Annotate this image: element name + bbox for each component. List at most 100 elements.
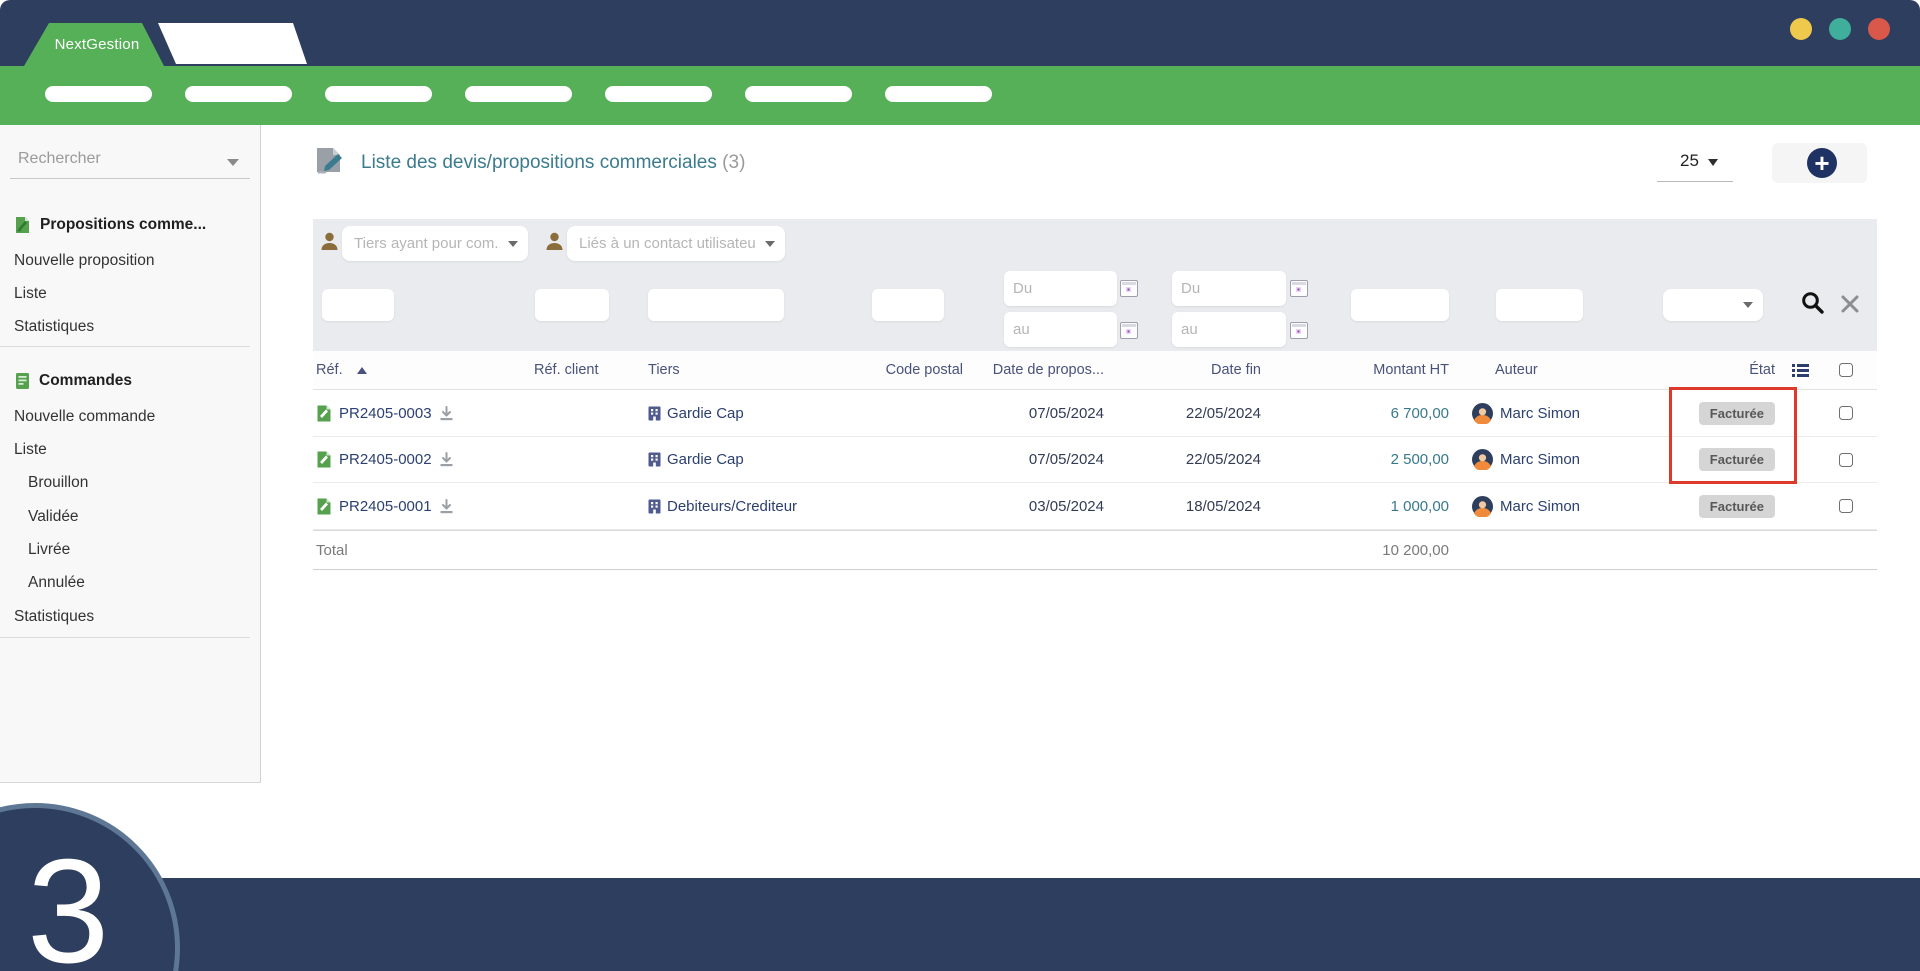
proposal-ref-link[interactable]: PR2405-0002 bbox=[339, 451, 432, 468]
sidebar-item-statistiques-propositions[interactable]: Statistiques bbox=[0, 315, 261, 339]
search-icon[interactable] bbox=[1800, 290, 1826, 316]
date-fin-to-input[interactable]: au bbox=[1172, 312, 1286, 347]
proposal-doc-icon bbox=[14, 216, 32, 234]
add-proposal-button[interactable]: + bbox=[1807, 148, 1837, 178]
menu-pill[interactable] bbox=[185, 86, 292, 102]
chevron-down-icon bbox=[765, 241, 775, 247]
step-circle: 3 bbox=[0, 803, 180, 971]
etat-filter-select[interactable] bbox=[1663, 289, 1763, 321]
avatar bbox=[1472, 496, 1493, 517]
calendar-icon[interactable] bbox=[1290, 322, 1308, 339]
contact-filter-select[interactable]: Liés à un contact utilisateu... bbox=[567, 226, 785, 261]
menu-pill[interactable] bbox=[465, 86, 572, 102]
filter-panel: Tiers ayant pour com... Liés à un contac… bbox=[313, 219, 1877, 351]
proposal-list-icon bbox=[313, 146, 347, 178]
sidebar-section-propositions[interactable]: Propositions comme... bbox=[0, 213, 261, 237]
avatar bbox=[1472, 449, 1493, 470]
thirdparty-link[interactable]: Debiteurs/Crediteur bbox=[667, 498, 797, 515]
column-header-date-prop[interactable]: Date de propos... bbox=[968, 362, 1113, 378]
chevron-down-icon[interactable] bbox=[227, 159, 239, 166]
page-size-select[interactable]: 25 bbox=[1680, 151, 1718, 171]
sidebar-item-livree[interactable]: Livrée bbox=[0, 538, 261, 562]
calendar-icon[interactable] bbox=[1290, 280, 1308, 297]
column-header-code-postal[interactable]: Code postal bbox=[868, 362, 968, 378]
column-header-montant[interactable]: Montant HT bbox=[1273, 362, 1450, 378]
sidebar-item-brouillon[interactable]: Brouillon bbox=[0, 471, 261, 495]
row-checkbox[interactable] bbox=[1839, 453, 1853, 467]
sidebar-search-input[interactable]: Rechercher bbox=[18, 150, 101, 168]
result-count: (3) bbox=[722, 152, 745, 173]
select-all-checkbox[interactable] bbox=[1839, 363, 1853, 377]
sidebar-item-annulee[interactable]: Annulée bbox=[0, 571, 261, 595]
date-fin: 22/05/2024 bbox=[1113, 451, 1273, 468]
menu-pill[interactable] bbox=[605, 86, 712, 102]
table-header: Réf. Réf. client Tiers Code postal Date … bbox=[313, 351, 1877, 390]
proposal-doc-icon bbox=[316, 498, 332, 515]
column-header-tiers[interactable]: Tiers bbox=[645, 362, 868, 378]
montant-filter-input[interactable] bbox=[1351, 289, 1449, 321]
menu-pill[interactable] bbox=[885, 86, 992, 102]
chevron-down-icon bbox=[1708, 159, 1718, 166]
sidebar-item-liste-commandes[interactable]: Liste bbox=[0, 438, 261, 462]
tab-secondary[interactable] bbox=[158, 23, 307, 64]
calendar-icon[interactable] bbox=[1120, 280, 1138, 297]
plus-icon: + bbox=[1814, 150, 1829, 176]
proposal-ref-link[interactable]: PR2405-0001 bbox=[339, 498, 432, 515]
author-link[interactable]: Marc Simon bbox=[1500, 498, 1580, 515]
status-badge: Facturée bbox=[1699, 402, 1775, 425]
avatar bbox=[1472, 403, 1493, 424]
column-header-etat[interactable]: État bbox=[1678, 362, 1785, 378]
proposal-ref-link[interactable]: PR2405-0003 bbox=[339, 405, 432, 422]
calendar-icon[interactable] bbox=[1120, 322, 1138, 339]
thirdparty-filter-select[interactable]: Tiers ayant pour com... bbox=[342, 226, 528, 261]
total-row: Total 10 200,00 bbox=[313, 530, 1877, 570]
menu-pills bbox=[45, 86, 992, 102]
author-link[interactable]: Marc Simon bbox=[1500, 451, 1580, 468]
column-header-ref-client[interactable]: Réf. client bbox=[534, 362, 645, 378]
column-header-ref[interactable]: Réf. bbox=[313, 362, 534, 378]
thirdparty-link[interactable]: Gardie Cap bbox=[667, 405, 744, 422]
menu-pill[interactable] bbox=[325, 86, 432, 102]
date-proposition: 07/05/2024 bbox=[968, 405, 1113, 422]
teal-dot bbox=[1829, 18, 1851, 40]
author-link[interactable]: Marc Simon bbox=[1500, 405, 1580, 422]
person-icon bbox=[320, 231, 339, 251]
sidebar-item-validee[interactable]: Validée bbox=[0, 505, 261, 529]
tab-nextgestion[interactable]: NextGestion bbox=[24, 23, 164, 66]
total-amount: 10 200,00 bbox=[1273, 542, 1450, 559]
menu-pill[interactable] bbox=[45, 86, 152, 102]
sidebar-item-statistiques-commandes[interactable]: Statistiques bbox=[0, 605, 261, 629]
sidebar-item-nouvelle-proposition[interactable]: Nouvelle proposition bbox=[0, 249, 261, 273]
building-icon bbox=[648, 499, 661, 514]
ref-client-filter-input[interactable] bbox=[535, 289, 609, 321]
download-icon[interactable] bbox=[439, 452, 454, 467]
table-row: PR2405-0002 Gardie Cap 07/05/2024 22/05/… bbox=[313, 437, 1877, 483]
table-row: PR2405-0001 Debiteurs/Crediteur 03/05/20… bbox=[313, 483, 1877, 530]
tiers-filter-input[interactable] bbox=[648, 289, 784, 321]
row-checkbox[interactable] bbox=[1839, 499, 1853, 513]
sidebar-item-liste-propositions[interactable]: Liste bbox=[0, 282, 261, 306]
date-fin-from-input[interactable]: Du bbox=[1172, 271, 1286, 306]
status-badge: Facturée bbox=[1699, 448, 1775, 471]
ref-filter-input[interactable] bbox=[322, 289, 394, 321]
auteur-filter-input[interactable] bbox=[1496, 289, 1583, 321]
select-fields-icon[interactable] bbox=[1785, 363, 1815, 378]
download-icon[interactable] bbox=[439, 406, 454, 421]
date-prop-from-input[interactable]: Du bbox=[1004, 271, 1117, 306]
sidebar-section-commandes[interactable]: Commandes bbox=[0, 369, 261, 393]
column-header-auteur[interactable]: Auteur bbox=[1450, 362, 1678, 378]
menu-pill[interactable] bbox=[745, 86, 852, 102]
thirdparty-link[interactable]: Gardie Cap bbox=[667, 451, 744, 468]
download-icon[interactable] bbox=[439, 499, 454, 514]
sort-asc-icon bbox=[357, 367, 367, 374]
code-postal-filter-input[interactable] bbox=[872, 289, 944, 321]
sidebar-item-nouvelle-commande[interactable]: Nouvelle commande bbox=[0, 405, 261, 429]
column-header-date-fin[interactable]: Date fin bbox=[1113, 362, 1273, 378]
chevron-down-icon bbox=[508, 241, 518, 247]
clear-filters-icon[interactable] bbox=[1841, 295, 1859, 313]
page-size-underline bbox=[1657, 181, 1733, 182]
date-prop-to-input[interactable]: au bbox=[1004, 312, 1117, 347]
red-dot bbox=[1868, 18, 1890, 40]
row-checkbox[interactable] bbox=[1839, 406, 1853, 420]
montant-ht: 6 700,00 bbox=[1273, 405, 1450, 422]
